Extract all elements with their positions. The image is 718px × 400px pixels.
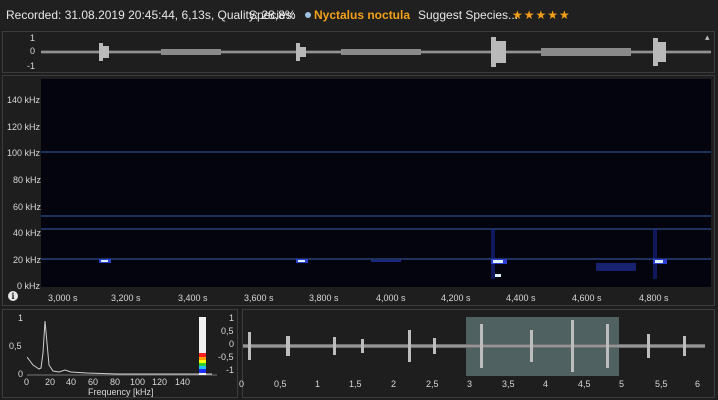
spectrogram-plot[interactable]	[41, 79, 711, 287]
spectrum-x-tick: 20	[45, 377, 56, 387]
overview-x-tick: 3	[467, 379, 473, 389]
species-name: Nyctalus noctula	[314, 8, 411, 22]
overview-y-tick: -1	[226, 365, 235, 375]
overview-y-tick: -0,5	[218, 352, 234, 362]
spectrum-x-tick: 40	[66, 377, 77, 387]
spectrogram-y-tick: 40 kHz	[13, 228, 42, 238]
overview-x-tick: 3,5	[502, 379, 515, 389]
spectrogram-x-tick: 4,600 s	[572, 293, 602, 303]
overview-y-tick: 1	[229, 313, 235, 323]
spectrogram-x-tick: 3,200 s	[111, 293, 141, 303]
overview-x-tick: 4,5	[578, 379, 591, 389]
spectrogram-y-tick: 20 kHz	[13, 255, 42, 265]
spectrogram-x-tick: 3,800 s	[309, 293, 339, 303]
spectrum-x-tick: 100	[130, 377, 146, 387]
spectrogram-x-tick: 4,400 s	[506, 293, 536, 303]
spectrogram-y-tick: 140 kHz	[7, 95, 41, 105]
spectrum-x-label: Frequency [kHz]	[88, 387, 154, 397]
overview-x-tick: 5	[619, 379, 625, 389]
spectrum-y-tick: 0	[18, 369, 24, 379]
species-selector[interactable]: Nyctalus noctula	[305, 8, 410, 22]
waveform-y-tick: 1	[30, 33, 36, 43]
spectrogram-y-tick: 100 kHz	[7, 148, 41, 158]
spectrogram-y-tick: 60 kHz	[13, 202, 42, 212]
waveform-y-tick: -1	[27, 61, 36, 71]
spectrogram-x-tick: 3,400 s	[178, 293, 208, 303]
collapse-icon[interactable]: ▴	[705, 32, 710, 43]
spectrum-x-tick: 80	[110, 377, 121, 387]
info-icon[interactable]: i	[8, 291, 18, 301]
suggest-species-button[interactable]: Suggest Species...	[418, 8, 518, 22]
spectrum-x-tick: 60	[88, 377, 99, 387]
spectrogram-y-tick: 0 kHz	[17, 281, 41, 291]
overview-x-tick: 5,5	[655, 379, 668, 389]
header-bar: Recorded: 31.08.2019 20:45:44, 6,13s, Qu…	[0, 0, 718, 30]
spectrum-x-tick: 0	[24, 377, 30, 387]
species-dot-icon	[305, 12, 311, 18]
spectrogram-x-tick: 3,600 s	[244, 293, 274, 303]
overview-panel[interactable]: 1 0,5 0 -0,5 -1 0 0,5 1 1,5 2 2,5 3 3,5 …	[218, 309, 715, 398]
overview-x-tick: 1,5	[349, 379, 362, 389]
spectrogram-x-tick: 4,200 s	[441, 293, 471, 303]
spectrogram-x-tick: 4,000 s	[376, 293, 406, 303]
spectrogram-x-tick: 4,800 s	[639, 293, 669, 303]
overview-x-tick: 0,5	[274, 379, 287, 389]
spectrum-y-tick: 0,5	[9, 341, 22, 351]
waveform-plot[interactable]	[41, 32, 711, 72]
overview-x-tick: 4	[543, 379, 549, 389]
overview-plot[interactable]	[243, 312, 705, 378]
spectrum-x-tick: 120	[152, 377, 168, 387]
spectrogram-y-tick: 120 kHz	[7, 122, 41, 132]
overview-x-tick: 2	[391, 379, 397, 389]
overview-x-tick: 0	[239, 379, 245, 389]
waveform-y-tick: 0	[30, 46, 36, 56]
overview-x-tick: 2,5	[426, 379, 439, 389]
overview-y-tick: 0	[229, 339, 235, 349]
rating-stars[interactable]: ★★★★★	[512, 8, 571, 22]
species-label: Species:	[249, 8, 296, 22]
spectrum-y-tick: 1	[18, 313, 24, 323]
overview-y-tick: 0,5	[221, 326, 234, 336]
spectrum-x-tick: 140	[175, 377, 191, 387]
spectrogram-panel[interactable]: 140 kHz 120 kHz 100 kHz 80 kHz 60 kHz 40…	[2, 75, 715, 306]
waveform-panel[interactable]: 1 0 -1 ▴	[2, 31, 715, 73]
spectrogram-x-tick: 3,000 s	[48, 293, 78, 303]
overview-x-tick: 1	[315, 379, 321, 389]
spectrum-panel[interactable]: 1 0,5 0 0 20 40 60 80 100 120 140 Freque…	[2, 309, 238, 398]
spectrum-plot[interactable]	[27, 313, 217, 377]
overview-x-tick: 6	[695, 379, 701, 389]
spectrogram-y-tick: 80 kHz	[13, 175, 42, 185]
